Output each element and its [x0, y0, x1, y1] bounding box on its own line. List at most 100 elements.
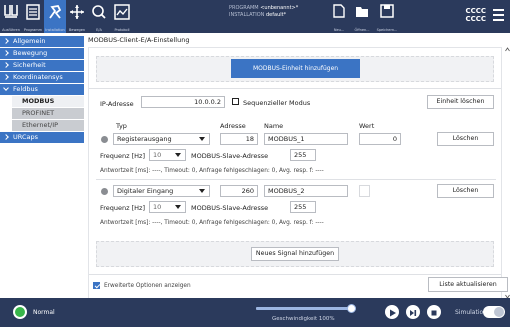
ip-address-input[interactable]: 10.0.0.2 — [141, 96, 225, 108]
tab-io[interactable]: E/A — [88, 0, 110, 33]
menu-icon[interactable] — [493, 9, 504, 24]
sequential-mode-checkbox[interactable] — [232, 98, 239, 105]
sidebar-item-motion[interactable]: Bewegung — [0, 48, 84, 59]
frequency-label: Frequenz [Hz] — [100, 152, 146, 160]
tab-installation-label: Installation — [45, 28, 65, 32]
signal-address-input[interactable]: 18 — [220, 133, 258, 145]
log-icon — [114, 4, 130, 20]
simulation-toggle[interactable] — [483, 306, 505, 318]
tab-program[interactable]: Programm — [22, 0, 44, 33]
delete-signal-button[interactable]: Löschen — [437, 184, 494, 198]
signal-address-input[interactable]: 260 — [220, 185, 258, 197]
tab-move[interactable]: Bewegen — [66, 0, 88, 33]
divider — [96, 179, 496, 180]
robot-status: Normal — [33, 309, 55, 316]
program-icon — [26, 4, 40, 20]
sidebar-item-urcaps[interactable]: URCaps — [0, 132, 84, 143]
sidebar-item-profinet[interactable]: PROFINET — [12, 108, 84, 119]
sidebar-item-safety[interactable]: Sicherheit — [0, 60, 84, 71]
divider — [89, 88, 501, 89]
stop-button[interactable] — [427, 305, 441, 319]
tab-run[interactable]: Ausführen — [0, 0, 22, 33]
speed-slider[interactable] — [256, 304, 356, 313]
frequency-select[interactable]: 10 — [149, 149, 186, 161]
user-info: CCCC CCCC — [465, 7, 486, 23]
signal-status-icon — [101, 136, 108, 143]
user-line-1: CCCC — [465, 7, 486, 15]
scroll-up-icon[interactable] — [505, 47, 510, 52]
delete-unit-button[interactable]: Einheit löschen — [427, 95, 494, 109]
installation-icon — [49, 5, 62, 19]
divider — [89, 274, 501, 275]
tab-installation[interactable]: Installation — [44, 0, 66, 33]
slave-address-input[interactable]: 255 — [290, 149, 316, 161]
ip-address-label: IP-Adresse — [100, 100, 134, 108]
frequency-label: Frequenz [Hz] — [100, 204, 146, 212]
tab-log[interactable]: Protokoll — [110, 0, 134, 33]
sidebar-item-modbus[interactable]: MODBUS — [12, 96, 84, 107]
signal-type-select[interactable]: Registerausgang — [113, 133, 210, 145]
sidebar-item-label: PROFINET — [22, 109, 55, 117]
speed-label: Geschwindigkeit 100% — [272, 316, 335, 322]
column-header-value: Wert — [359, 122, 375, 130]
io-icon — [92, 5, 106, 19]
main-content: MODBUS-Client-E/A-Einstellung MODBUS-Ein… — [84, 33, 510, 299]
save-button[interactable]: Speichern... — [374, 0, 400, 33]
speed-slider-fill — [256, 307, 356, 310]
sequential-mode-label: Sequenzieller Modus — [243, 99, 311, 107]
sidebar-item-label: Bewegung — [13, 49, 48, 57]
open-button[interactable]: Öffnen... — [350, 0, 374, 33]
advanced-options-label: Erweiterte Optionen anzeigen — [104, 283, 191, 289]
stop-icon — [431, 310, 437, 316]
tab-move-label: Bewegen — [68, 28, 86, 32]
sidebar-item-ethernet-ip[interactable]: Ethernet/IP — [12, 120, 84, 131]
program-label: PROGRAMM — [229, 5, 259, 11]
user-line-2: CCCC — [465, 15, 486, 23]
program-name: <unbenannt>* — [260, 5, 299, 11]
sidebar-item-label: Feldbus — [13, 85, 38, 93]
open-label: Öffnen... — [354, 28, 370, 32]
signal-name-input[interactable]: MODBUS_1 — [264, 133, 348, 145]
sidebar-item-fieldbus[interactable]: Feldbus — [0, 84, 84, 95]
sidebar-item-label: URCaps — [13, 133, 38, 141]
refresh-list-button[interactable]: Liste aktualisieren — [428, 277, 508, 292]
installation-label: INSTALLATION — [229, 12, 265, 18]
add-signal-button[interactable]: Neues Signal hinzufügen — [251, 247, 339, 261]
step-button[interactable] — [406, 305, 420, 319]
sidebar-item-label: MODBUS — [22, 97, 55, 105]
column-header-name: Name — [264, 122, 284, 130]
folder-icon — [356, 7, 368, 17]
play-button[interactable] — [385, 305, 399, 319]
sidebar-item-coordinates[interactable]: Koordinatensys — [0, 72, 84, 83]
slave-address-input[interactable]: 255 — [290, 201, 316, 213]
run-icon — [4, 5, 18, 18]
speed-slider-knob[interactable] — [347, 304, 356, 313]
add-modbus-unit-button[interactable]: MODBUS-Einheit hinzufügen — [231, 59, 360, 78]
tab-io-label: E/A — [96, 28, 102, 32]
slave-address-label: MODBUS-Slave-Adresse — [191, 152, 269, 160]
advanced-options-checkbox[interactable] — [93, 282, 100, 289]
delete-signal-button[interactable]: Löschen — [437, 132, 494, 146]
move-icon — [70, 5, 84, 19]
signal-stats: Antwortzeit [ms]: ----, Timeout: 0, Anfr… — [100, 168, 324, 174]
signal-value-input[interactable]: 0 — [359, 133, 401, 145]
modbus-panel: MODBUS-Einheit hinzufügen IP-Adresse 10.… — [88, 47, 502, 299]
bottom-bar: Normal Geschwindigkeit 100% Simulation — [0, 298, 510, 327]
signal-value-indicator — [359, 185, 370, 197]
tab-run-label: Ausführen — [2, 28, 20, 32]
frequency-select[interactable]: 10 — [149, 201, 186, 213]
sidebar-item-label: Allgemein — [13, 37, 46, 45]
slave-address-label: MODBUS-Slave-Adresse — [191, 204, 269, 212]
tab-program-label: Programm — [23, 28, 43, 32]
signal-type-select[interactable]: Digitaler Eingang — [113, 185, 210, 197]
sidebar-item-label: Sicherheit — [13, 61, 46, 69]
new-button[interactable]: Neu... — [328, 0, 350, 33]
power-status-icon[interactable] — [13, 305, 27, 319]
signal-status-icon — [101, 188, 108, 195]
save-icon — [380, 4, 394, 18]
tab-log-label: Protokoll — [114, 28, 130, 32]
sidebar-item-general[interactable]: Allgemein — [0, 36, 84, 47]
column-header-address: Adresse — [220, 122, 246, 130]
signal-name-input[interactable]: MODBUS_2 — [264, 185, 348, 197]
new-label: Neu... — [333, 28, 345, 32]
